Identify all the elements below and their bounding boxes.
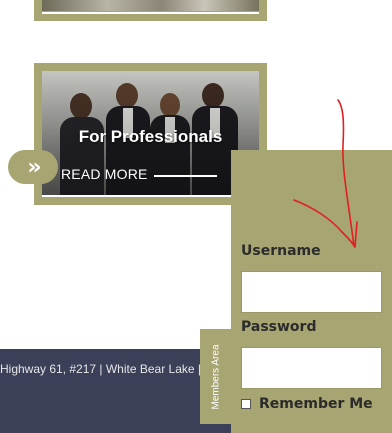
read-more-link[interactable]: READ MORE xyxy=(61,166,148,182)
professionals-card-underline xyxy=(42,195,259,197)
password-field[interactable] xyxy=(241,347,382,389)
username-field[interactable] xyxy=(241,271,382,313)
remember-me-row[interactable]: Remember Me xyxy=(241,396,373,412)
professionals-title: For Professionals xyxy=(78,127,223,146)
top-service-card[interactable] xyxy=(34,0,267,21)
remember-me-checkbox[interactable] xyxy=(241,399,251,409)
login-panel: Username Password Remember Me xyxy=(231,150,392,433)
footer-address: Highway 61, #217 | White Bear Lake | M xyxy=(0,362,215,376)
professionals-photo: For Professionals READ MORE xyxy=(42,71,259,197)
chevron-right-icon[interactable]: » xyxy=(8,150,58,184)
top-card-image xyxy=(42,0,259,11)
remember-me-label: Remember Me xyxy=(259,396,373,412)
members-area-tab[interactable]: Members Area xyxy=(200,329,231,424)
username-label: Username xyxy=(241,243,321,259)
read-more-line xyxy=(154,175,217,177)
top-card-underline xyxy=(42,12,259,14)
members-area-label: Members Area xyxy=(210,343,221,410)
password-label: Password xyxy=(241,319,317,335)
